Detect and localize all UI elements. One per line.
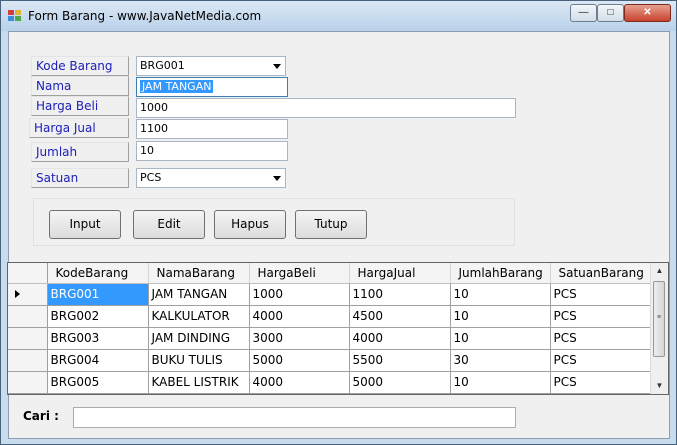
grid-cell[interactable]: 4000 xyxy=(249,371,350,394)
column-header-jumlahbarang[interactable]: JumlahBarang xyxy=(450,263,551,284)
harga-jual-label: Harga Jual xyxy=(29,118,129,138)
current-row-arrow-icon xyxy=(15,290,20,298)
form-barang-window: Form Barang - www.JavaNetMedia.com — □ ✕… xyxy=(0,0,677,445)
input-button[interactable]: Input xyxy=(49,210,121,239)
grid-cell[interactable]: PCS xyxy=(550,327,651,350)
grid-cell[interactable]: 4000 xyxy=(349,327,451,350)
cari-search-input[interactable] xyxy=(73,407,516,428)
barang-data-grid[interactable]: KodeBarang NamaBarang HargaBeli HargaJua… xyxy=(7,262,669,395)
table-row[interactable]: BRG002 KALKULATOR 4000 4500 10 PCS xyxy=(8,305,651,328)
button-panel: Input Edit Hapus Tutup xyxy=(33,198,515,246)
grid-cell[interactable]: 1000 xyxy=(249,283,350,306)
close-button[interactable]: ✕ xyxy=(624,4,671,22)
grid-cell[interactable]: KABEL LISTRIK xyxy=(148,371,250,394)
app-icon xyxy=(8,10,22,22)
row-header[interactable] xyxy=(8,283,48,306)
grid-cell[interactable]: JAM DINDING xyxy=(148,327,250,350)
grid-cell[interactable]: BRG003 xyxy=(47,327,149,350)
form-client-area: Kode Barang BRG001 Nama JAM TANGAN Harga… xyxy=(7,31,670,439)
grid-cell[interactable]: 5000 xyxy=(249,349,350,372)
grid-cell[interactable]: 4500 xyxy=(349,305,451,328)
minimize-button[interactable]: — xyxy=(570,4,597,22)
chevron-down-icon[interactable] xyxy=(273,64,281,69)
hapus-button[interactable]: Hapus xyxy=(214,210,286,239)
grid-cell[interactable]: BRG002 xyxy=(47,305,149,328)
grid-cell[interactable]: 1100 xyxy=(349,283,451,306)
grid-cell[interactable]: KALKULATOR xyxy=(148,305,250,328)
satuan-label: Satuan xyxy=(31,168,129,188)
chevron-down-icon[interactable] xyxy=(273,176,281,181)
grid-cell[interactable]: 4000 xyxy=(249,305,350,328)
harga-beli-input[interactable]: 1000 xyxy=(136,98,516,118)
table-row[interactable]: BRG003 JAM DINDING 3000 4000 10 PCS xyxy=(8,327,651,350)
satuan-combobox[interactable]: PCS xyxy=(136,168,286,188)
kode-barang-label: Kode Barang xyxy=(31,56,129,76)
edit-button[interactable]: Edit xyxy=(133,210,205,239)
grid-cell[interactable]: PCS xyxy=(550,349,651,372)
scroll-up-arrow-icon[interactable]: ▲ xyxy=(651,263,668,279)
grid-cell[interactable]: 5000 xyxy=(349,371,451,394)
grid-cell[interactable]: PCS xyxy=(550,371,651,394)
table-row[interactable]: BRG004 BUKU TULIS 5000 5500 30 PCS xyxy=(8,349,651,372)
grid-cell[interactable]: BRG001 xyxy=(47,283,149,306)
harga-beli-label: Harga Beli xyxy=(31,96,129,116)
kode-barang-value: BRG001 xyxy=(140,59,185,72)
grid-cell[interactable]: 10 xyxy=(450,371,551,394)
row-header-corner xyxy=(8,263,48,284)
row-header[interactable] xyxy=(8,349,48,372)
column-header-kodebarang[interactable]: KodeBarang xyxy=(47,263,149,284)
harga-jual-input[interactable]: 1100 xyxy=(136,119,288,139)
column-header-satuanbarang[interactable]: SatuanBarang xyxy=(550,263,651,284)
grid-cell[interactable]: 10 xyxy=(450,305,551,328)
grid-cell[interactable]: 3000 xyxy=(249,327,350,350)
nama-label: Nama xyxy=(31,76,129,96)
row-header[interactable] xyxy=(8,327,48,350)
grid-header-row: KodeBarang NamaBarang HargaBeli HargaJua… xyxy=(8,263,651,284)
grip-icon: ≡ xyxy=(657,314,662,321)
nama-value: JAM TANGAN xyxy=(140,80,214,93)
column-header-hargajual[interactable]: HargaJual xyxy=(349,263,451,284)
grid-cell[interactable]: PCS xyxy=(550,305,651,328)
grid-cell[interactable]: 30 xyxy=(450,349,551,372)
nama-input[interactable]: JAM TANGAN xyxy=(136,77,288,97)
grid-vertical-scrollbar[interactable]: ▲ ≡ ▼ xyxy=(650,263,668,394)
row-header[interactable] xyxy=(8,305,48,328)
row-header[interactable] xyxy=(8,371,48,394)
scroll-down-arrow-icon[interactable]: ▼ xyxy=(651,378,668,394)
grid-cell[interactable]: JAM TANGAN xyxy=(148,283,250,306)
jumlah-label: Jumlah xyxy=(31,142,129,162)
grid-cell[interactable]: PCS xyxy=(550,283,651,306)
jumlah-input[interactable]: 10 xyxy=(136,141,288,161)
kode-barang-combobox[interactable]: BRG001 xyxy=(136,56,286,76)
grid-cell[interactable]: 10 xyxy=(450,283,551,306)
grid-cell[interactable]: BUKU TULIS xyxy=(148,349,250,372)
grid-table: KodeBarang NamaBarang HargaBeli HargaJua… xyxy=(8,263,651,394)
column-header-hargabeli[interactable]: HargaBeli xyxy=(249,263,350,284)
grid-cell[interactable]: BRG005 xyxy=(47,371,149,394)
grid-cell[interactable]: BRG004 xyxy=(47,349,149,372)
tutup-button[interactable]: Tutup xyxy=(295,210,367,239)
window-title: Form Barang - www.JavaNetMedia.com xyxy=(28,9,262,23)
grid-cell[interactable]: 5500 xyxy=(349,349,451,372)
satuan-value: PCS xyxy=(140,171,162,184)
table-row[interactable]: BRG001 JAM TANGAN 1000 1100 10 PCS xyxy=(8,283,651,306)
scrollbar-thumb[interactable]: ≡ xyxy=(653,281,665,357)
column-header-namabarang[interactable]: NamaBarang xyxy=(148,263,250,284)
table-row[interactable]: BRG005 KABEL LISTRIK 4000 5000 10 PCS xyxy=(8,371,651,394)
grid-cell[interactable]: 10 xyxy=(450,327,551,350)
cari-label: Cari : xyxy=(23,409,59,423)
maximize-button[interactable]: □ xyxy=(597,4,624,22)
title-bar[interactable]: Form Barang - www.JavaNetMedia.com — □ ✕ xyxy=(1,1,676,31)
